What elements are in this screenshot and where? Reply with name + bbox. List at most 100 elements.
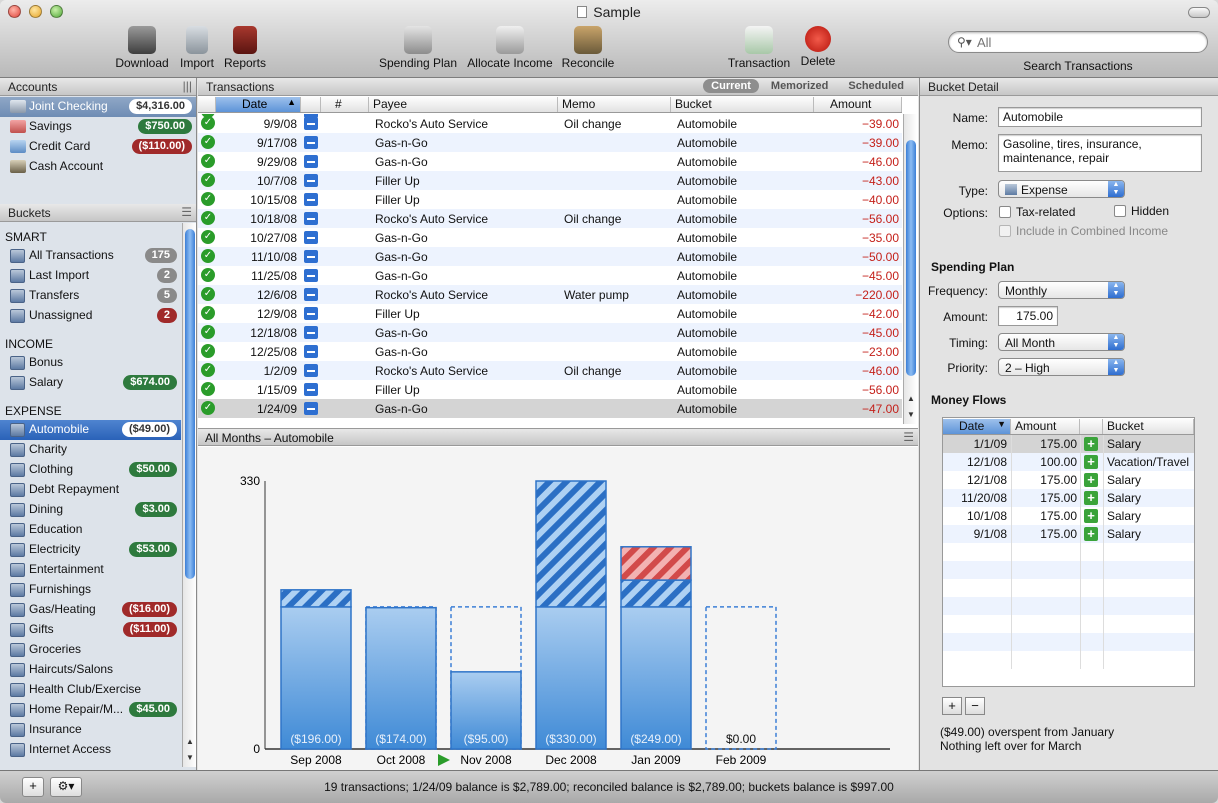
import-button[interactable]: Import bbox=[177, 26, 217, 70]
money-flow-row[interactable]: 11/20/08 175.00 + Salary bbox=[943, 489, 1194, 507]
account-item[interactable]: Savings $750.00 bbox=[0, 117, 196, 137]
account-item[interactable]: Cash Account bbox=[0, 157, 196, 177]
priority-popup[interactable]: 2 – High ▲ ▼ bbox=[998, 358, 1125, 376]
table-row[interactable]: ✓ 12/25/08 Gas-n-Go Automobile −23.00 bbox=[198, 342, 902, 361]
bucket-item[interactable]: Dining $3.00 bbox=[0, 500, 181, 520]
toolbar-toggle-button[interactable] bbox=[1188, 7, 1210, 18]
table-row[interactable]: ✓ 1/24/09 Gas-n-Go Automobile −47.00 bbox=[198, 399, 902, 418]
money-flow-row[interactable]: 12/1/08 100.00 + Vacation/Travel bbox=[943, 453, 1194, 471]
table-row[interactable]: ✓ 10/15/08 Filler Up Automobile −40.00 bbox=[198, 190, 902, 209]
column-bucket[interactable]: Bucket bbox=[671, 97, 814, 112]
search-field[interactable]: ⚲▾ bbox=[948, 31, 1208, 53]
bucket-item[interactable]: Transfers 5 bbox=[0, 286, 181, 306]
bucket-item[interactable]: Entertainment bbox=[0, 560, 181, 580]
mf-column-bucket[interactable]: Bucket bbox=[1103, 419, 1194, 434]
table-row[interactable]: ✓ 12/9/08 Filler Up Automobile −42.00 bbox=[198, 304, 902, 323]
tab-scheduled[interactable]: Scheduled bbox=[840, 79, 912, 93]
resize-handle-icon[interactable]: ||| bbox=[183, 79, 192, 93]
account-item[interactable]: Credit Card ($110.00) bbox=[0, 137, 196, 157]
table-row[interactable]: ✓ 1/2/09 Rocko's Auto Service Oil change Aut… bbox=[198, 361, 902, 380]
bucket-item[interactable]: Haircuts/Salons bbox=[0, 660, 181, 680]
bucket-item[interactable]: All Transactions 175 bbox=[0, 246, 181, 266]
menu-icon[interactable]: ☰ bbox=[181, 205, 192, 219]
scroll-thumb[interactable] bbox=[185, 229, 195, 579]
reconcile-button[interactable]: Reconcile bbox=[560, 26, 616, 70]
table-row[interactable]: ✓ 1/15/09 Filler Up Automobile −56.00 bbox=[198, 380, 902, 399]
bucket-item[interactable]: Salary $674.00 bbox=[0, 373, 181, 393]
spending-plan-button[interactable]: Spending Plan bbox=[378, 26, 458, 70]
tab-current[interactable]: Current bbox=[703, 79, 759, 93]
column-status[interactable] bbox=[198, 97, 216, 112]
table-row[interactable]: ✓ 9/29/08 Gas-n-Go Automobile −46.00 bbox=[198, 152, 902, 171]
mf-column-date[interactable]: Date ▼ bbox=[943, 419, 1011, 434]
table-row[interactable]: ✓ 12/6/08 Rocko's Auto Service Water pump Au… bbox=[198, 285, 902, 304]
account-item[interactable]: Joint Checking $4,316.00 bbox=[0, 97, 196, 117]
frequency-popup[interactable]: Monthly ▲ ▼ bbox=[998, 281, 1125, 299]
account-name: Joint Checking bbox=[29, 99, 108, 113]
table-row[interactable]: ✓ 11/10/08 Gas-n-Go Automobile −50.00 bbox=[198, 247, 902, 266]
bucket-item[interactable]: Gifts ($11.00) bbox=[0, 620, 181, 640]
table-row[interactable]: ✓ 12/18/08 Gas-n-Go Automobile −45.00 bbox=[198, 323, 902, 342]
bucket-item[interactable]: Internet Access bbox=[0, 740, 181, 760]
hidden-checkbox[interactable] bbox=[1114, 205, 1126, 217]
scroll-down-icon[interactable]: ▼ bbox=[904, 408, 918, 422]
table-row[interactable]: ✓ 9/9/08 Rocko's Auto Service Oil change Aut… bbox=[198, 114, 902, 133]
bucket-item[interactable]: Clothing $50.00 bbox=[0, 460, 181, 480]
scroll-up-icon[interactable]: ▲ bbox=[183, 735, 197, 749]
amount-field[interactable]: 175.00 bbox=[998, 306, 1058, 326]
bucket-item[interactable]: Groceries bbox=[0, 640, 181, 660]
tab-memorized[interactable]: Memorized bbox=[763, 79, 836, 93]
column-memo[interactable]: Memo bbox=[558, 97, 671, 112]
name-field[interactable]: Automobile bbox=[998, 107, 1202, 127]
bucket-item[interactable]: Education bbox=[0, 520, 181, 540]
type-popup[interactable]: Expense ▲ ▼ bbox=[998, 180, 1125, 198]
bucket-item[interactable]: Charity bbox=[0, 440, 181, 460]
money-flow-row[interactable]: 1/1/09 175.00 + Salary bbox=[943, 435, 1194, 453]
bucket-item[interactable]: Last Import 2 bbox=[0, 266, 181, 286]
delete-button[interactable]: Delete bbox=[798, 26, 838, 68]
table-row[interactable]: ✓ 10/18/08 Rocko's Auto Service Oil change A… bbox=[198, 209, 902, 228]
bucket-item[interactable]: Electricity $53.00 bbox=[0, 540, 181, 560]
bucket-item[interactable]: Gas/Heating ($16.00) bbox=[0, 600, 181, 620]
mf-column-amount[interactable]: Amount bbox=[1011, 419, 1080, 434]
timing-popup[interactable]: All Month ▲ ▼ bbox=[998, 333, 1125, 351]
money-flow-row[interactable]: 9/1/08 175.00 + Salary bbox=[943, 525, 1194, 543]
allocate-income-button[interactable]: Allocate Income bbox=[464, 26, 556, 70]
bucket-item[interactable]: Unassigned 2 bbox=[0, 306, 181, 326]
column-number[interactable]: # bbox=[321, 97, 369, 112]
bucket-item[interactable]: Debt Repayment bbox=[0, 480, 181, 500]
scroll-down-icon[interactable]: ▼ bbox=[183, 751, 197, 765]
new-transaction-button[interactable]: Transaction bbox=[726, 26, 792, 70]
table-row[interactable]: ✓ 10/7/08 Filler Up Automobile −43.00 bbox=[198, 171, 902, 190]
money-flow-row[interactable]: 12/1/08 175.00 + Salary bbox=[943, 471, 1194, 489]
bucket-item[interactable]: Bonus bbox=[0, 353, 181, 373]
table-row[interactable]: ✓ 9/17/08 Gas-n-Go Automobile −39.00 bbox=[198, 133, 902, 152]
bucket-item[interactable]: Furnishings bbox=[0, 580, 181, 600]
remove-flow-button[interactable]: − bbox=[965, 697, 985, 715]
include-combined-checkbox[interactable] bbox=[999, 225, 1011, 237]
buckets-scrollbar[interactable]: ▲ ▼ bbox=[182, 223, 196, 767]
search-input[interactable] bbox=[977, 34, 1197, 50]
bucket-item[interactable]: Automobile ($49.00) bbox=[0, 420, 181, 440]
menu-icon[interactable]: ☰ bbox=[903, 430, 914, 444]
column-date[interactable]: Date ▲ bbox=[216, 97, 301, 112]
download-button[interactable]: Download bbox=[113, 26, 171, 70]
column-type[interactable] bbox=[301, 97, 321, 112]
bucket-item[interactable]: Health Club/Exercise bbox=[0, 680, 181, 700]
mf-column-direction[interactable] bbox=[1080, 419, 1103, 434]
column-payee[interactable]: Payee bbox=[369, 97, 558, 112]
cell-payee: Gas-n-Go bbox=[375, 155, 428, 169]
tax-related-checkbox[interactable] bbox=[999, 206, 1011, 218]
scroll-thumb[interactable] bbox=[906, 140, 916, 376]
bucket-item[interactable]: Insurance bbox=[0, 720, 181, 740]
money-flow-row[interactable]: 10/1/08 175.00 + Salary bbox=[943, 507, 1194, 525]
add-flow-button[interactable]: + bbox=[942, 697, 962, 715]
transactions-scrollbar[interactable]: ▲ ▼ bbox=[903, 114, 917, 424]
reports-button[interactable]: Reports bbox=[222, 26, 268, 70]
table-row[interactable]: ✓ 11/25/08 Gas-n-Go Automobile −45.00 bbox=[198, 266, 902, 285]
table-row[interactable]: ✓ 10/27/08 Gas-n-Go Automobile −35.00 bbox=[198, 228, 902, 247]
bucket-item[interactable]: Home Repair/M... $45.00 bbox=[0, 700, 181, 720]
scroll-up-icon[interactable]: ▲ bbox=[904, 392, 918, 406]
column-amount[interactable]: Amount bbox=[814, 97, 902, 112]
memo-field[interactable]: Gasoline, tires, insurance, maintenance,… bbox=[998, 134, 1202, 172]
